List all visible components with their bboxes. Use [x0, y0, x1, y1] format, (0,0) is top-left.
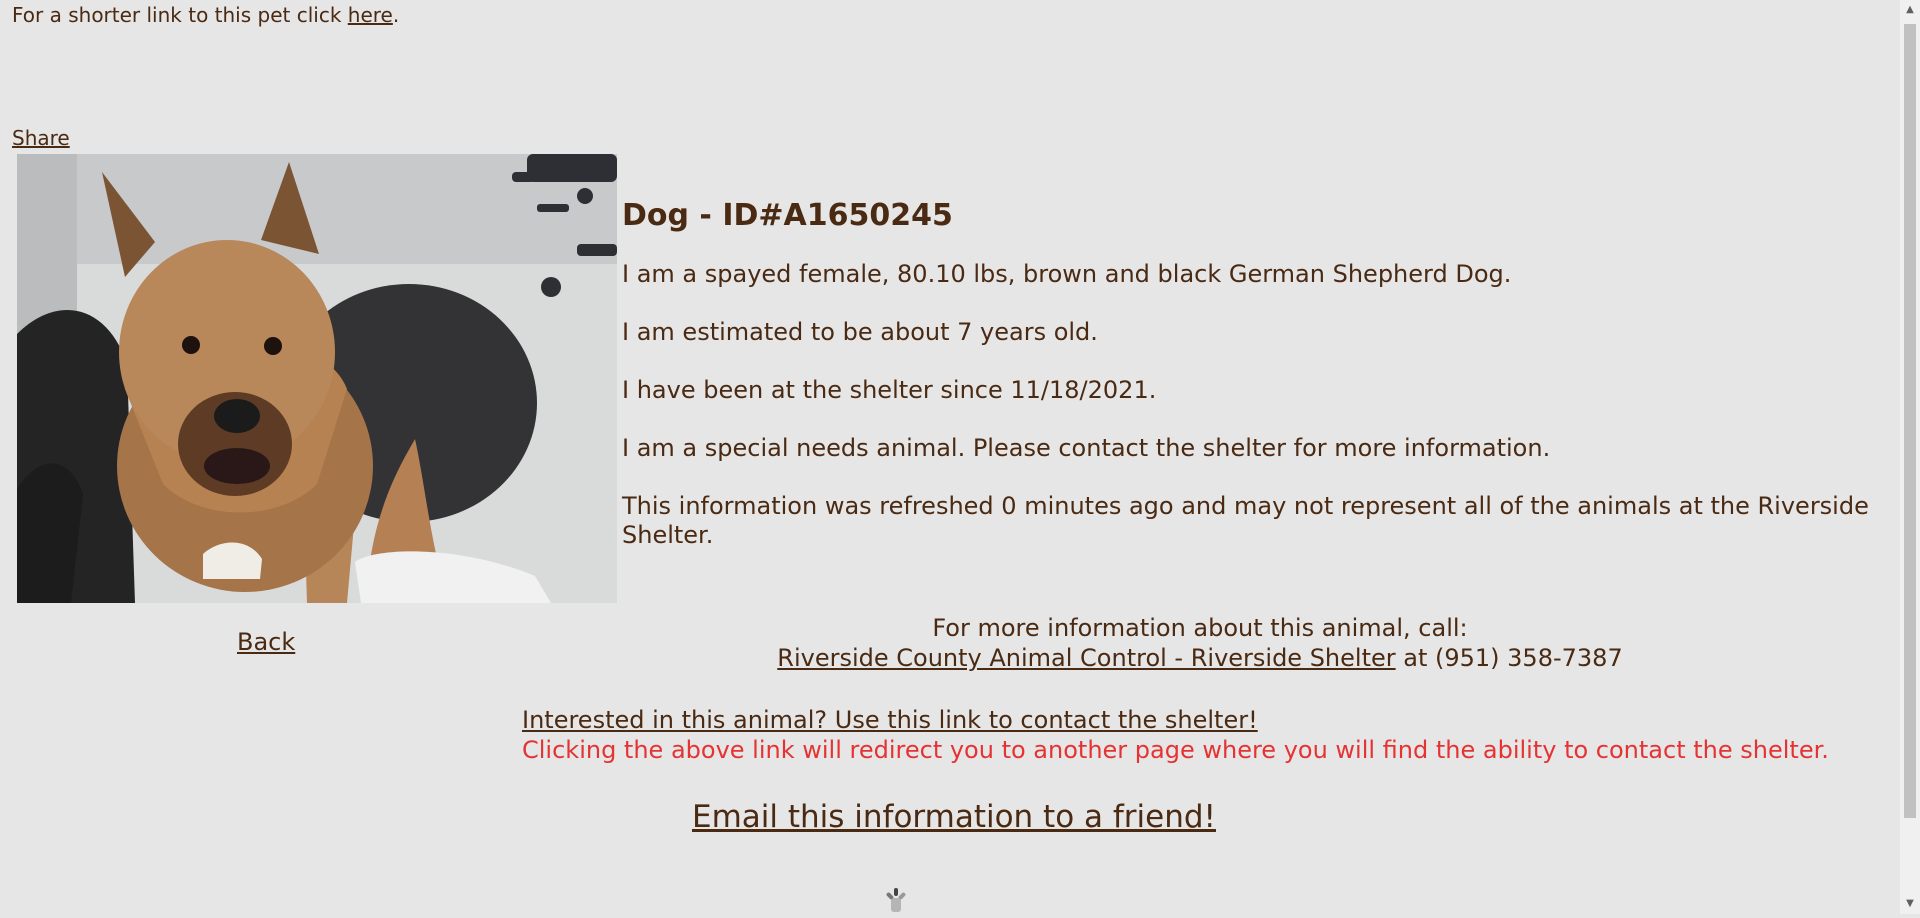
shortlink-prefix: For a shorter link to this pet click	[12, 3, 348, 27]
vertical-scrollbar[interactable]: ▲ ▼	[1900, 0, 1920, 914]
pet-age: I am estimated to be about 7 years old.	[622, 318, 1098, 346]
interested-section: Interested in this animal? Use this link…	[522, 705, 1829, 765]
contact-info: For more information about this animal, …	[0, 613, 1920, 673]
pet-shelter-since: I have been at the shelter since 11/18/2…	[622, 376, 1157, 404]
pet-photo	[17, 154, 617, 603]
shelter-link[interactable]: Riverside County Animal Control - Rivers…	[777, 644, 1395, 672]
scroll-down-arrow-icon[interactable]: ▼	[1900, 894, 1920, 914]
shortlink-line: For a shorter link to this pet click her…	[12, 3, 399, 27]
shortlink-here-link[interactable]: here	[348, 3, 393, 27]
shortlink-suffix: .	[392, 3, 400, 27]
pet-description: I am a spayed female, 80.10 lbs, brown a…	[622, 260, 1512, 288]
share-link[interactable]: Share	[12, 126, 70, 150]
interested-link[interactable]: Interested in this animal? Use this link…	[522, 706, 1258, 734]
pet-title: Dog - ID#A1650245	[622, 198, 953, 233]
loading-icon	[885, 886, 907, 914]
pet-details: Dog - ID#A1650245 I am a spayed female, …	[622, 196, 1882, 550]
scroll-up-arrow-icon[interactable]: ▲	[1900, 0, 1920, 20]
email-friend-link[interactable]: Email this information to a friend!	[692, 797, 1216, 837]
refresh-note: This information was refreshed 0 minutes…	[622, 492, 1869, 549]
shelter-phone: at (951) 358-7387	[1395, 644, 1623, 672]
redirect-warning: Clicking the above link will redirect yo…	[522, 736, 1829, 764]
contact-line: Riverside County Animal Control - Rivers…	[0, 643, 1920, 673]
contact-prompt: For more information about this animal, …	[932, 614, 1468, 642]
pet-special-needs: I am a special needs animal. Please cont…	[622, 434, 1551, 462]
scrollbar-thumb[interactable]	[1904, 24, 1916, 818]
